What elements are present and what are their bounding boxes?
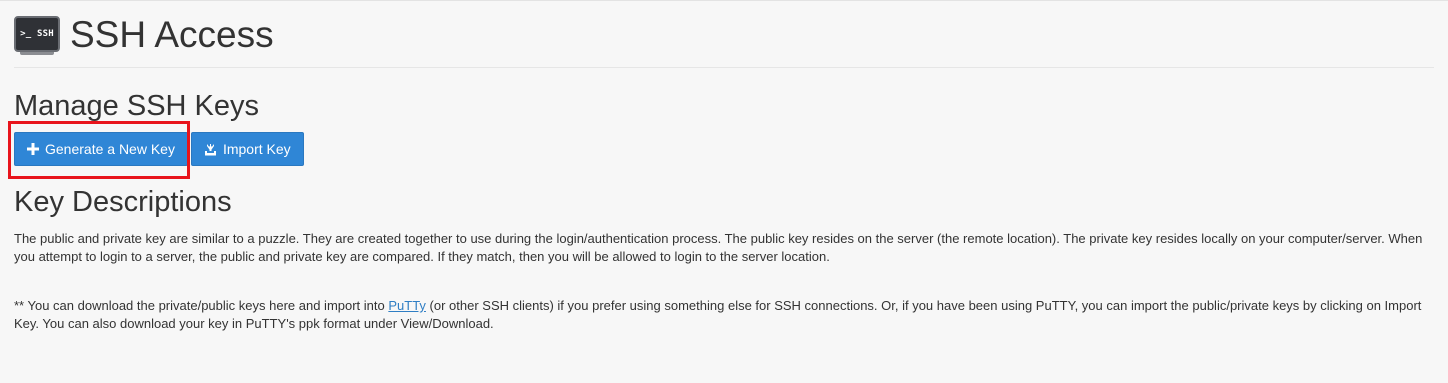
import-icon	[204, 143, 217, 156]
import-key-button[interactable]: Import Key	[190, 132, 304, 166]
page-header: >_ SSH SSH Access	[14, 1, 1434, 68]
page-title: SSH Access	[70, 13, 274, 55]
page: >_ SSH SSH Access Manage SSH Keys Genera…	[8, 1, 1434, 331]
key-descriptions-heading: Key Descriptions	[14, 186, 232, 218]
generate-new-key-button[interactable]: Generate a New Key	[14, 132, 188, 166]
putty-link[interactable]: PuTTy	[388, 298, 426, 313]
manage-ssh-keys-heading: Manage SSH Keys	[14, 90, 260, 122]
generate-new-key-label: Generate a New Key	[45, 141, 175, 157]
import-key-label: Import Key	[222, 141, 291, 157]
key-description-paragraph: The public and private key are similar t…	[14, 231, 1423, 264]
ssh-icon-text: >_ SSH	[20, 29, 54, 39]
note-text-before: ** You can download the private/public k…	[14, 298, 389, 313]
putty-note: ** You can download the private/public k…	[14, 297, 1439, 333]
key-actions: Generate a New Key Import Key	[14, 132, 307, 166]
plus-icon	[27, 143, 39, 155]
ssh-terminal-icon: >_ SSH	[14, 16, 60, 55]
